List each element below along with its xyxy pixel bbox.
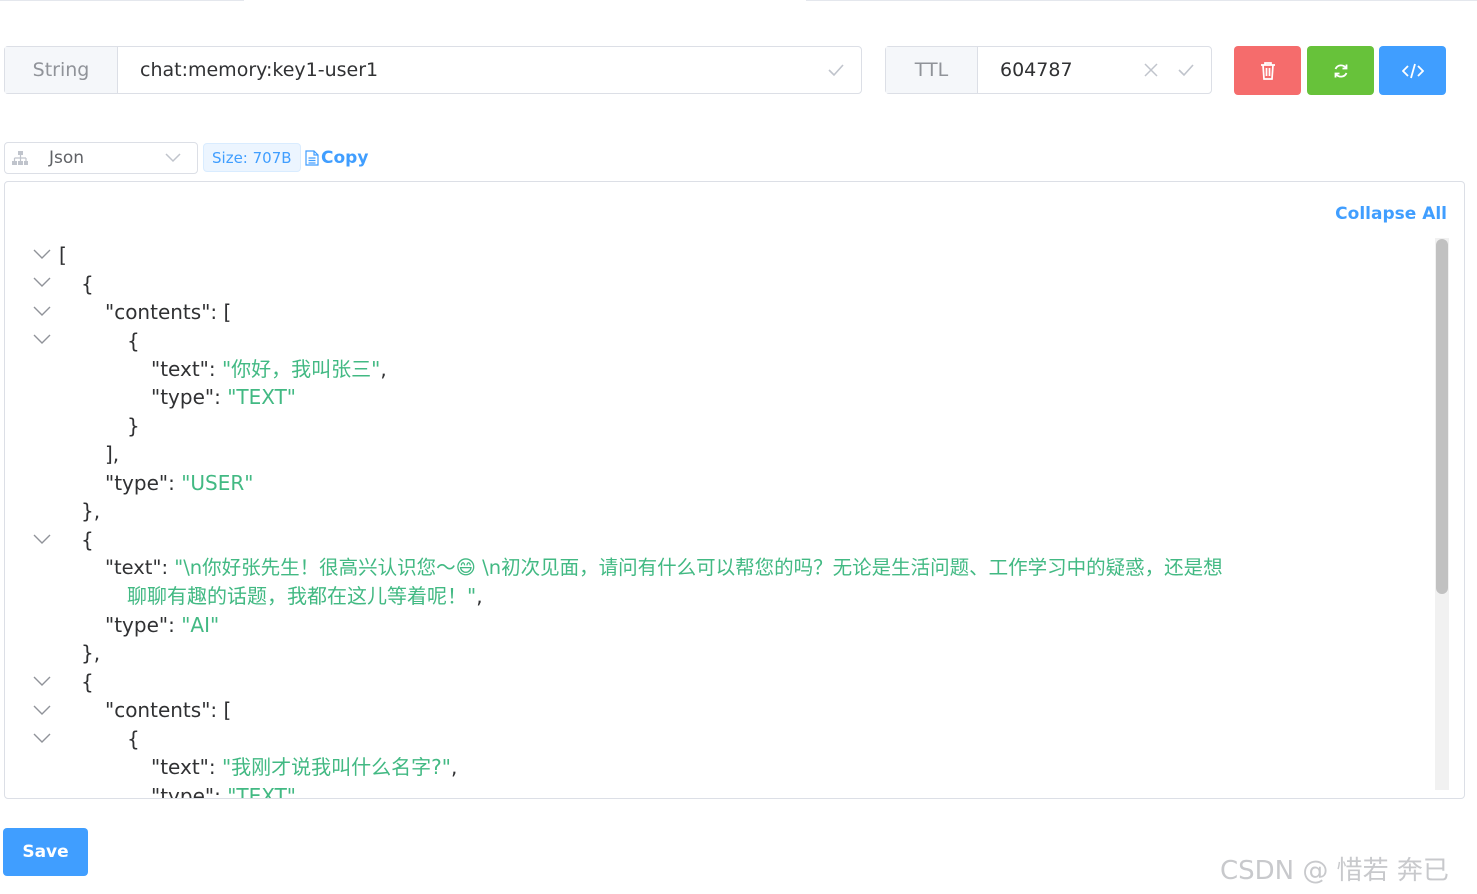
json-line: ], xyxy=(105,442,120,466)
json-string: "USER" xyxy=(181,471,254,495)
fold-toggle-icon[interactable] xyxy=(33,704,51,716)
key-type-label: String xyxy=(5,47,118,93)
copy-label: Copy xyxy=(321,148,369,168)
refresh-icon xyxy=(1334,63,1347,78)
json-line: } xyxy=(127,414,140,438)
chevron-down-icon xyxy=(165,153,181,163)
json-key: "text" xyxy=(151,357,209,381)
json-viewer[interactable]: Collapse All [ { "contents": [ { "text":… xyxy=(4,181,1465,799)
json-line: "text": "我刚才说我叫什么名字?", xyxy=(151,755,458,779)
check-icon[interactable] xyxy=(827,61,845,79)
ttl-label: TTL xyxy=(886,47,978,93)
json-line: "text": "你好，我叫张三", xyxy=(151,357,387,381)
json-line: { xyxy=(81,670,94,694)
json-line: "type": "TEXT" xyxy=(151,782,297,799)
ttl-value: 604787 xyxy=(1000,59,1073,81)
check-icon[interactable] xyxy=(1177,61,1195,79)
json-string: "\n你好张先生！很高兴认识您～😄 \n初次见面，请问有什么可以帮您的吗？无论是… xyxy=(174,556,1223,579)
json-string: "AI" xyxy=(181,613,220,637)
format-select[interactable]: Json xyxy=(4,142,198,174)
json-key: "type" xyxy=(151,385,215,409)
save-label: Save xyxy=(22,842,69,862)
watermark: CSDN @ 惜若 奔已 xyxy=(1220,856,1449,886)
scrollbar-thumb[interactable] xyxy=(1436,239,1448,594)
json-line: "contents": [ xyxy=(105,300,232,324)
key-name-value: chat:memory:key1-user1 xyxy=(140,59,379,81)
json-key: "type" xyxy=(105,471,169,495)
json-key: "type" xyxy=(105,613,169,637)
ttl-input[interactable]: 604787 xyxy=(978,47,1211,93)
top-divider-left xyxy=(0,0,244,1)
refresh-button[interactable] xyxy=(1307,46,1374,95)
fold-toggle-icon[interactable] xyxy=(33,533,51,545)
ttl-input-group: TTL 604787 xyxy=(885,46,1212,94)
clear-icon[interactable] xyxy=(1143,62,1159,78)
save-button[interactable]: Save xyxy=(3,828,88,876)
fold-toggle-icon[interactable] xyxy=(33,276,51,288)
json-string: "TEXT" xyxy=(227,784,297,799)
json-line: "type": "AI" xyxy=(105,613,220,637)
json-line: [ xyxy=(59,243,67,267)
fold-toggle-icon[interactable] xyxy=(33,305,51,317)
json-line: { xyxy=(81,272,94,296)
fold-toggle-icon[interactable] xyxy=(33,675,51,687)
json-line: "type": "USER" xyxy=(105,471,254,495)
key-input-group: String chat:memory:key1-user1 xyxy=(4,46,862,94)
sitemap-icon xyxy=(12,151,28,165)
fold-toggle-icon[interactable] xyxy=(33,333,51,345)
code-icon xyxy=(1401,63,1424,78)
json-line: { xyxy=(81,528,94,552)
document-icon xyxy=(305,150,319,166)
format-value: Json xyxy=(49,148,85,168)
json-key: "text" xyxy=(151,755,209,779)
json-line: }, xyxy=(81,499,101,523)
json-string: "TEXT" xyxy=(227,385,297,409)
fold-toggle-icon[interactable] xyxy=(33,248,51,260)
json-line: 聊聊有趣的话题，我都在这儿等着呢！", xyxy=(127,584,483,608)
collapse-all-button[interactable]: Collapse All xyxy=(1335,204,1447,224)
code-view-button[interactable] xyxy=(1379,46,1446,95)
json-line: "type": "TEXT" xyxy=(151,385,297,409)
json-line: "text": "\n你好张先生！很高兴认识您～😄 \n初次见面，请问有什么可以… xyxy=(105,556,1223,579)
trash-icon xyxy=(1260,61,1275,80)
json-key: "contents" xyxy=(105,300,211,324)
top-divider-right xyxy=(806,0,1477,1)
json-key: "type" xyxy=(151,784,215,799)
json-line: { xyxy=(127,727,140,751)
json-line: }, xyxy=(81,641,101,665)
json-key: "contents" xyxy=(105,698,211,722)
fold-toggle-icon[interactable] xyxy=(33,732,51,744)
json-string: "我刚才说我叫什么名字?" xyxy=(221,755,451,779)
copy-button[interactable]: Copy xyxy=(305,145,368,171)
json-string: 聊聊有趣的话题，我都在这儿等着呢！" xyxy=(127,584,477,608)
json-line: { xyxy=(127,329,140,353)
json-key: "text" xyxy=(105,556,162,579)
json-line: "contents": [ xyxy=(105,698,232,722)
json-string: "你好，我叫张三" xyxy=(221,357,381,381)
delete-key-button[interactable] xyxy=(1234,46,1301,95)
key-name-input[interactable]: chat:memory:key1-user1 xyxy=(118,47,861,93)
size-badge: Size: 707B xyxy=(203,143,301,172)
